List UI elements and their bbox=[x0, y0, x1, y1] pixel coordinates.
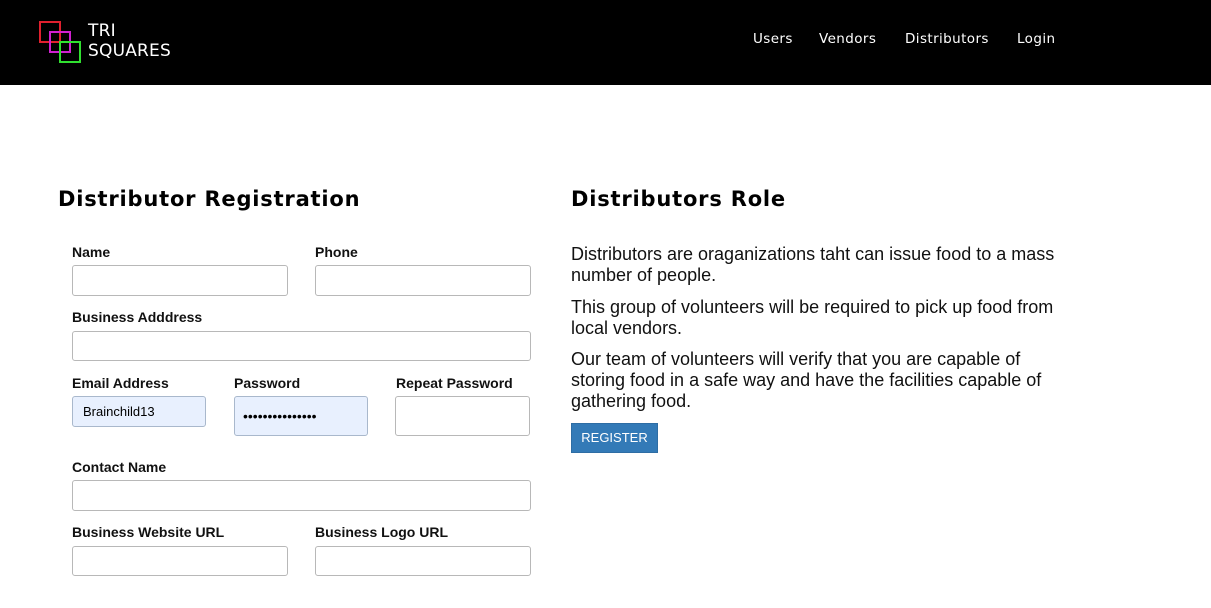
password-input[interactable] bbox=[234, 396, 368, 436]
contact-name-input[interactable] bbox=[72, 480, 531, 511]
brand-line1: TRI bbox=[88, 21, 116, 41]
repeat-password-label: Repeat Password bbox=[396, 375, 513, 391]
address-label: Business Adddress bbox=[72, 309, 203, 325]
brand-logo[interactable]: TRI SQUARES bbox=[38, 20, 178, 66]
website-url-input[interactable] bbox=[72, 546, 288, 576]
role-paragraph: Distributors are oraganizations taht can… bbox=[571, 244, 1055, 285]
email-label: Email Address bbox=[72, 375, 169, 391]
role-paragraph: Our team of volunteers will verify that … bbox=[571, 349, 1042, 411]
logo-url-label: Business Logo URL bbox=[315, 524, 449, 540]
brand-name: TRI SQUARES bbox=[88, 21, 171, 61]
registration-title: Distributor Registration bbox=[58, 187, 361, 211]
website-url-label: Business Website URL bbox=[72, 524, 225, 540]
logo-url-input[interactable] bbox=[315, 546, 531, 576]
top-navbar: TRI SQUARES Users Vendors Distributors L… bbox=[0, 0, 1211, 85]
phone-input[interactable] bbox=[315, 265, 531, 296]
name-label: Name bbox=[72, 244, 111, 260]
brand-line2: SQUARES bbox=[88, 41, 171, 61]
tri-squares-logo-icon bbox=[39, 21, 81, 63]
role-title: Distributors Role bbox=[571, 187, 786, 211]
repeat-password-input[interactable] bbox=[395, 396, 530, 436]
nav-vendors-link[interactable]: Vendors bbox=[819, 31, 876, 47]
register-button[interactable]: REGISTER bbox=[571, 423, 658, 453]
nav-distributors-link[interactable]: Distributors bbox=[905, 31, 989, 47]
phone-label: Phone bbox=[315, 244, 358, 260]
password-label: Password bbox=[234, 375, 301, 391]
business-address-input[interactable] bbox=[72, 331, 531, 361]
nav-users-link[interactable]: Users bbox=[753, 31, 793, 47]
role-paragraph: This group of volunteers will be require… bbox=[571, 297, 1054, 338]
nav-login-link[interactable]: Login bbox=[1017, 31, 1055, 47]
name-input[interactable] bbox=[72, 265, 288, 296]
contact-name-label: Contact Name bbox=[72, 459, 167, 475]
email-input[interactable] bbox=[72, 396, 206, 427]
